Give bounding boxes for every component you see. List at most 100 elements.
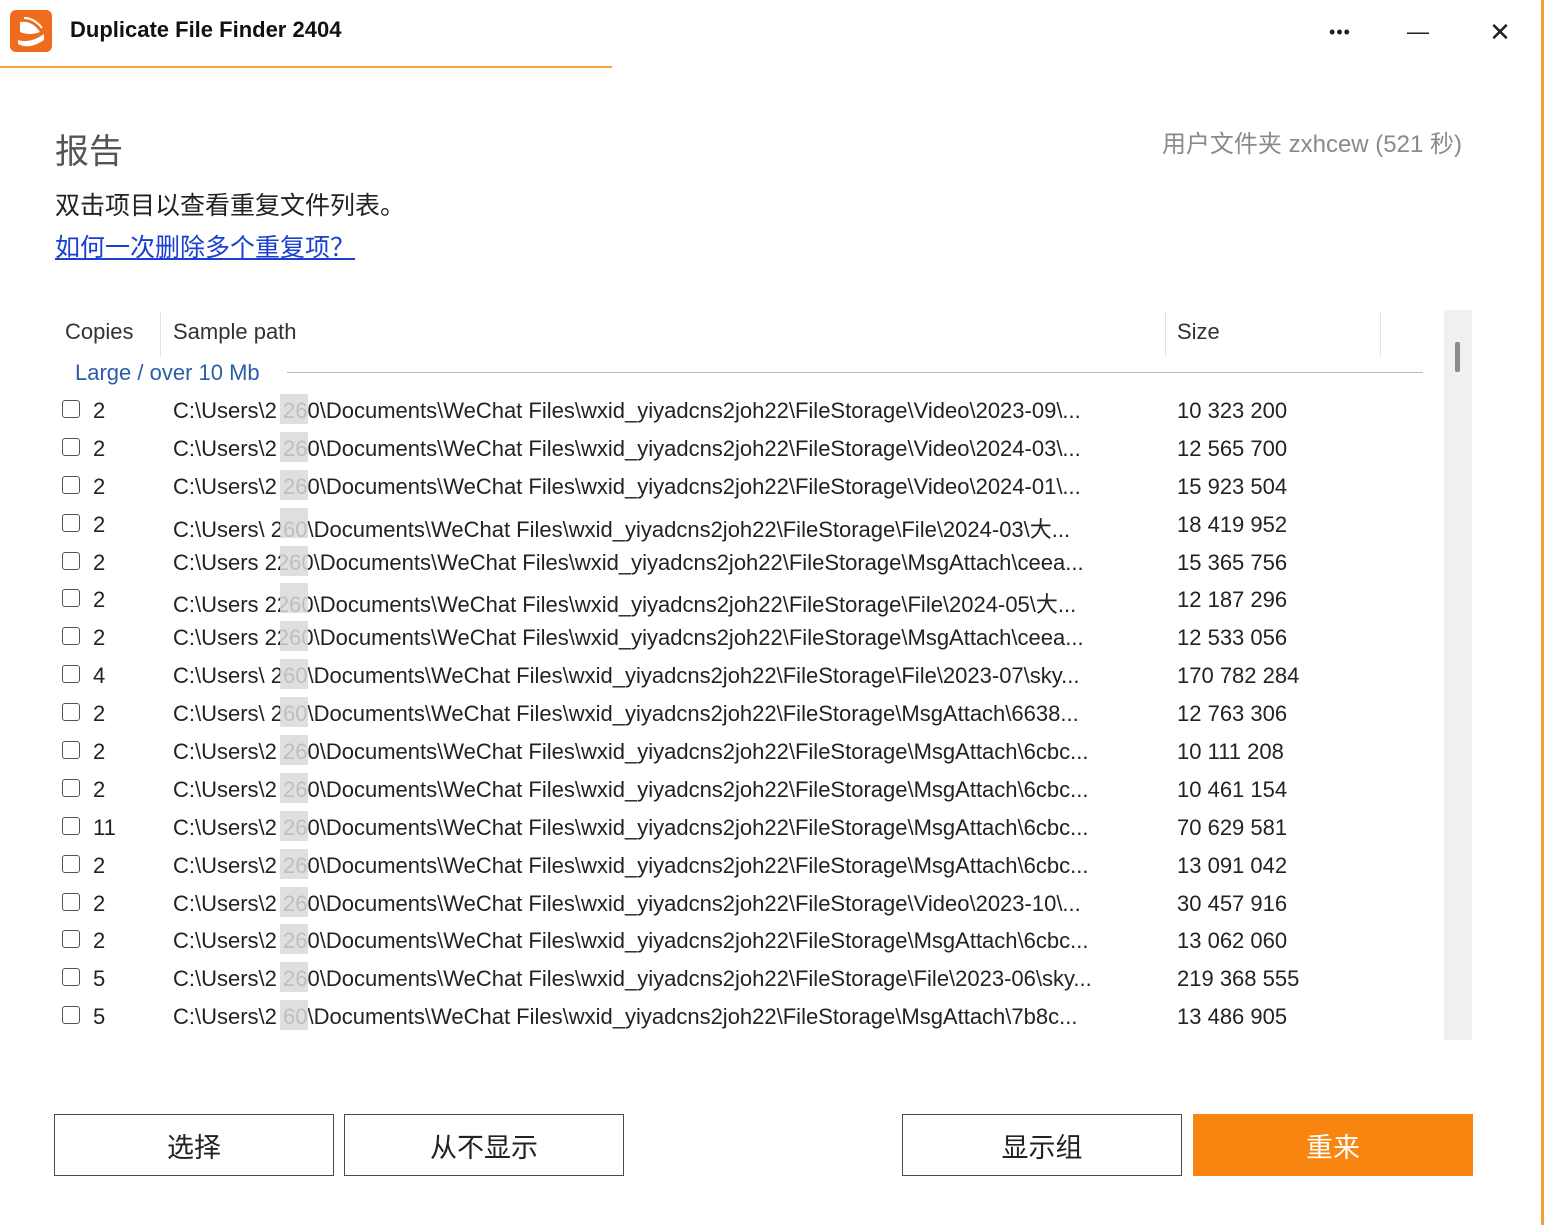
row-checkbox[interactable]: [62, 589, 80, 608]
help-link[interactable]: 如何一次删除多个重复项？: [55, 228, 355, 264]
row-size: 219 368 555: [1177, 966, 1300, 992]
table-row[interactable]: 2 C:\Users\2 260\Documents\WeChat Files\w…: [55, 772, 1435, 811]
row-checkbox[interactable]: [62, 513, 80, 532]
row-size: 18 419 952: [1177, 511, 1288, 537]
row-checkbox[interactable]: [62, 665, 80, 684]
row-size: 30 457 916: [1177, 890, 1288, 916]
row-checkbox[interactable]: [62, 741, 80, 760]
row-checkbox[interactable]: [62, 703, 80, 722]
column-divider[interactable]: [1380, 312, 1381, 356]
row-sample-path: C:\Users\ 260\Documents\WeChat Files\wxi…: [173, 701, 1079, 727]
row-copies: 2: [93, 852, 106, 878]
row-copies: 2: [93, 625, 106, 651]
row-checkbox[interactable]: [62, 930, 80, 949]
row-size: 12 763 306: [1177, 701, 1288, 727]
table-row[interactable]: 2 C:\Users 2260\Documents\WeChat Files\wx…: [55, 545, 1435, 584]
row-sample-path: C:\Users\2 260\Documents\WeChat Files\wx…: [173, 966, 1092, 992]
instruction-text: 双击项目以查看重复文件列表。: [55, 192, 406, 220]
row-sample-path: C:\Users 2260\Documents\WeChat Files\wxi…: [173, 625, 1084, 651]
never-show-button[interactable]: 从不显示: [344, 1114, 624, 1176]
row-sample-path: C:\Users\2 260\Documents\WeChat Files\wx…: [173, 435, 1081, 461]
row-size: 13 486 905: [1177, 1004, 1288, 1030]
more-icon: •••: [1329, 21, 1351, 42]
row-checkbox[interactable]: [62, 437, 80, 456]
more-button[interactable]: •••: [1310, 8, 1370, 56]
column-header-size[interactable]: Size: [1177, 308, 1377, 356]
redaction-mask: [280, 394, 308, 424]
table-row[interactable]: 2 C:\Users\2 260\Documents\WeChat Files\w…: [55, 886, 1435, 925]
table-row[interactable]: 2 C:\Users 2260\Documents\WeChat Files\wx…: [55, 583, 1435, 621]
row-checkbox[interactable]: [62, 1006, 80, 1025]
title-accent-line: [0, 66, 612, 68]
row-size: 170 782 284: [1177, 663, 1300, 689]
row-sample-path: C:\Users\2 60\Documents\WeChat Files\wxi…: [173, 1004, 1078, 1030]
row-size: 10 323 200: [1177, 398, 1288, 423]
close-icon: ✕: [1489, 16, 1511, 47]
row-sample-path: C:\Users 2260\Documents\WeChat Files\wxi…: [173, 592, 1077, 618]
select-button[interactable]: 选择: [54, 1114, 334, 1176]
row-sample-path: C:\Users 2260\Documents\WeChat Files\wxi…: [173, 549, 1084, 575]
redaction-mask: [280, 697, 308, 728]
close-button[interactable]: ✕: [1470, 8, 1530, 56]
redaction-mask: [280, 583, 308, 614]
column-divider[interactable]: [1165, 312, 1166, 356]
row-copies: 2: [93, 398, 106, 423]
row-sample-path: C:\Users\2 260\Documents\WeChat Files\wx…: [173, 776, 1089, 802]
redaction-mask: [280, 621, 308, 652]
table-row[interactable]: 2 C:\Users\2 260\Documents\WeChat Files\w…: [55, 394, 1435, 432]
group-header: Large / over 10 Mb: [55, 356, 1425, 390]
row-checkbox[interactable]: [62, 816, 80, 835]
table-row[interactable]: 5 C:\Users\2 260\Documents\WeChat Files\w…: [55, 962, 1435, 1000]
redaction-mask: [280, 431, 308, 462]
restart-button[interactable]: 重来: [1193, 1114, 1473, 1176]
window-title: Duplicate File Finder 2404: [70, 17, 342, 42]
column-divider[interactable]: [160, 312, 161, 356]
column-header-copies[interactable]: Copies: [65, 308, 160, 356]
row-checkbox[interactable]: [62, 854, 80, 873]
duplicates-table: Copies Sample path Size Large / over 10 …: [55, 308, 1473, 1040]
row-copies: 4: [93, 663, 106, 689]
table-row[interactable]: 11 C:\Users\2 260\Documents\WeChat Files\…: [55, 810, 1435, 849]
row-copies: 2: [93, 435, 106, 461]
group-label: Large / over 10 Mb: [75, 360, 260, 385]
row-size: 10 461 154: [1177, 776, 1288, 802]
row-sample-path: C:\Users\2 260\Documents\WeChat Files\wx…: [173, 890, 1081, 916]
show-group-button[interactable]: 显示组: [902, 1114, 1182, 1176]
scrollbar-thumb[interactable]: [1455, 342, 1460, 372]
table-row[interactable]: 2 C:\Users\ 260\Documents\WeChat Files\wx…: [55, 507, 1435, 546]
row-checkbox[interactable]: [62, 968, 80, 987]
vertical-scrollbar[interactable]: [1444, 310, 1472, 1040]
row-copies: 2: [93, 473, 106, 499]
table-row[interactable]: 2 C:\Users 2260\Documents\WeChat Files\wx…: [55, 621, 1435, 659]
table-row[interactable]: 5 C:\Users\2 60\Documents\WeChat Files\wx…: [55, 1000, 1435, 1038]
row-checkbox[interactable]: [62, 627, 80, 646]
minimize-button[interactable]: —: [1388, 8, 1448, 56]
table-row[interactable]: 2 C:\Users\2 260\Documents\WeChat Files\w…: [55, 924, 1435, 962]
row-checkbox[interactable]: [62, 475, 80, 494]
row-sample-path: C:\Users\2 260\Documents\WeChat Files\wx…: [173, 852, 1089, 878]
row-checkbox[interactable]: [62, 778, 80, 797]
row-copies: 2: [93, 701, 106, 727]
table-row[interactable]: 2 C:\Users\ 260\Documents\WeChat Files\wx…: [55, 697, 1435, 735]
table-row[interactable]: 2 C:\Users\2 260\Documents\WeChat Files\w…: [55, 431, 1435, 470]
scan-folder-info: 用户文件夹 zxhcew (521 秒): [1161, 131, 1462, 158]
row-checkbox[interactable]: [62, 400, 80, 418]
table-row[interactable]: 2 C:\Users\2 260\Documents\WeChat Files\w…: [55, 848, 1435, 887]
redaction-mask: [280, 735, 308, 766]
row-copies: 2: [93, 928, 106, 954]
row-copies: 2: [93, 587, 106, 613]
row-checkbox[interactable]: [62, 892, 80, 911]
row-size: 13 091 042: [1177, 852, 1288, 878]
table-row[interactable]: 2 C:\Users\2 260\Documents\WeChat Files\w…: [55, 469, 1435, 508]
row-sample-path: C:\Users\2 260\Documents\WeChat Files\wx…: [173, 928, 1089, 954]
row-checkbox[interactable]: [62, 551, 80, 570]
row-copies: 2: [93, 890, 106, 916]
table-row[interactable]: 4 C:\Users\ 260\Documents\WeChat Files\wx…: [55, 659, 1435, 697]
row-size: 12 533 056: [1177, 625, 1288, 651]
redaction-mask: [280, 886, 308, 917]
minimize-icon: —: [1407, 19, 1429, 44]
column-header-path[interactable]: Sample path: [173, 308, 1163, 356]
table-row[interactable]: 2 C:\Users\2 260\Documents\WeChat Files\w…: [55, 735, 1435, 773]
row-size: 70 629 581: [1177, 814, 1288, 840]
row-copies: 2: [93, 511, 106, 537]
